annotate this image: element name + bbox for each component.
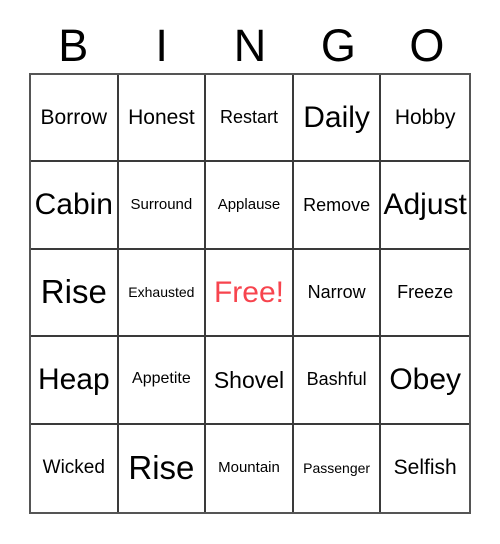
- bingo-cell-label: Passenger: [303, 459, 371, 476]
- bingo-cell-free[interactable]: Free!: [206, 249, 294, 338]
- bingo-cell-label: Bashful: [306, 369, 367, 390]
- bingo-cell[interactable]: Remove: [293, 162, 382, 250]
- bingo-cell[interactable]: Passenger: [293, 424, 382, 512]
- bingo-cell-label: Obey: [389, 363, 462, 397]
- bingo-cell-label: Heap: [37, 363, 110, 397]
- bingo-cell[interactable]: Restart: [206, 75, 294, 163]
- bingo-cell[interactable]: Cabin: [31, 162, 119, 250]
- bingo-cell-label: Surround: [130, 196, 193, 214]
- bingo-cell-label: Mountain: [218, 459, 280, 477]
- bingo-cell-label: Free!: [213, 275, 284, 309]
- bingo-cell[interactable]: Heap: [31, 337, 119, 425]
- bingo-grid: Borrow Honest Restart Daily Hobby Cabin Surrou…: [29, 73, 471, 514]
- bingo-cell[interactable]: Selfish: [381, 424, 469, 512]
- bingo-cell[interactable]: Honest: [118, 75, 207, 163]
- bingo-cell[interactable]: Bashful: [293, 337, 382, 425]
- bingo-cell[interactable]: Shovel: [206, 337, 294, 425]
- bingo-cell-label: Adjust: [383, 188, 467, 222]
- bingo-cell[interactable]: Wicked: [31, 424, 119, 512]
- bingo-cell-label: Appetite: [132, 370, 191, 388]
- bingo-cell-label: Rise: [40, 273, 107, 311]
- bingo-cell-label: Borrow: [40, 105, 108, 129]
- bingo-cell[interactable]: Adjust: [381, 162, 469, 250]
- bingo-cell[interactable]: Rise: [31, 249, 119, 338]
- bingo-cell-label: Rise: [128, 448, 195, 486]
- bingo-cell-label: Freeze: [397, 282, 454, 303]
- header-letter-g: G: [320, 20, 356, 71]
- bingo-card: B I N G O Borrow Honest Restart Daily Hobby C…: [0, 0, 500, 544]
- bingo-cell[interactable]: Hobby: [381, 75, 469, 163]
- bingo-cell-label: Hobby: [394, 105, 456, 129]
- bingo-cell[interactable]: Applause: [206, 162, 294, 250]
- header-letter-b: B: [58, 20, 89, 71]
- bingo-header: B I N G O: [29, 18, 471, 73]
- bingo-cell-label: Restart: [219, 107, 278, 128]
- bingo-cell-label: Honest: [128, 105, 195, 129]
- bingo-cell[interactable]: Freeze: [381, 249, 469, 338]
- header-letter-i: I: [155, 20, 168, 71]
- header-letter-o: O: [409, 20, 445, 71]
- bingo-cell[interactable]: Borrow: [31, 75, 119, 163]
- bingo-cell[interactable]: Mountain: [206, 424, 294, 512]
- bingo-cell-label: Cabin: [34, 188, 113, 222]
- bingo-cell-label: Exhausted: [128, 284, 195, 301]
- bingo-cell-label: Daily: [303, 100, 370, 134]
- header-letter-n: N: [233, 20, 267, 71]
- bingo-cell-label: Remove: [303, 194, 371, 215]
- bingo-cell-label: Applause: [217, 196, 281, 214]
- bingo-cell-label: Selfish: [393, 456, 457, 480]
- bingo-cell[interactable]: Narrow: [293, 249, 382, 338]
- bingo-cell[interactable]: Daily: [293, 75, 382, 163]
- bingo-cell-label: Wicked: [42, 457, 105, 479]
- bingo-cell[interactable]: Appetite: [118, 337, 207, 425]
- bingo-cell-label: Shovel: [213, 366, 285, 393]
- bingo-cell[interactable]: Rise: [118, 424, 207, 512]
- bingo-cell[interactable]: Obey: [381, 337, 469, 425]
- bingo-cell[interactable]: Surround: [118, 162, 207, 250]
- bingo-cell-label: Narrow: [307, 282, 366, 303]
- bingo-cell[interactable]: Exhausted: [118, 249, 207, 338]
